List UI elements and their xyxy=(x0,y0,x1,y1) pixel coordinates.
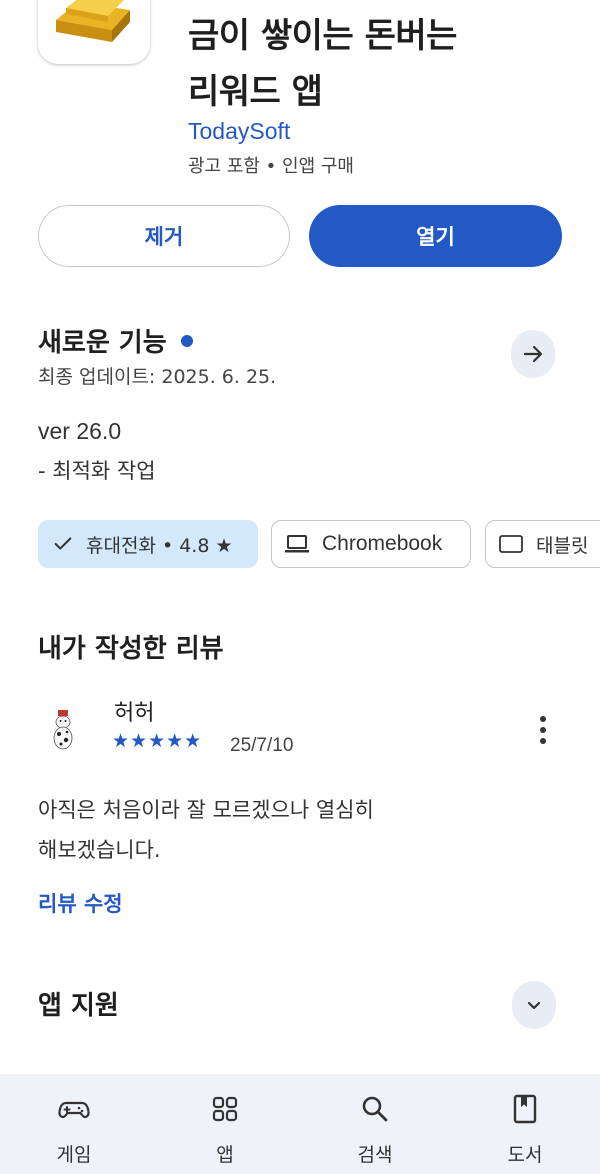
more-dot xyxy=(540,716,546,722)
last-updated: 최종 업데이트: 2025. 6. 25. xyxy=(38,366,277,388)
app-title-line1: 금이 쌓이는 돈버는 xyxy=(188,16,457,56)
reviewer-name: 허허 xyxy=(114,701,155,726)
more-dot xyxy=(540,738,546,744)
nav-item-books[interactable]: 도서 xyxy=(465,1074,585,1174)
my-review-heading: 내가 작성한 리뷰 xyxy=(38,634,224,664)
arrow-right-icon xyxy=(523,345,543,363)
nav-item-apps[interactable]: 앱 xyxy=(165,1074,285,1174)
device-chip-phone-label: 휴대전화 • 4.8 ★ xyxy=(86,534,233,557)
app-title-line2: 리워드 앱 xyxy=(188,72,323,112)
apps-grid-icon xyxy=(212,1096,238,1122)
app-support-expand-button[interactable] xyxy=(512,981,556,1029)
review-date: 25/7/10 xyxy=(230,735,294,756)
gold-bars-icon xyxy=(56,0,130,42)
developer-link[interactable]: TodaySoft xyxy=(188,118,290,145)
device-chip-chromebook[interactable]: Chromebook xyxy=(271,520,471,568)
book-icon xyxy=(513,1094,537,1124)
review-star-rating: ★★★★★ xyxy=(112,730,203,752)
avatar xyxy=(48,708,78,752)
tablet-icon xyxy=(499,535,523,553)
app-support-title: 앱 지원 xyxy=(38,991,119,1021)
gamepad-icon xyxy=(58,1101,90,1119)
new-indicator-dot xyxy=(180,334,193,347)
app-meta: 광고 포함 • 인앱 구매 xyxy=(188,156,354,177)
whats-new-title: 새로운 기능 xyxy=(38,328,167,358)
device-chip-chromebook-label: Chromebook xyxy=(322,532,443,555)
review-body: 아직은 처음이라 잘 모르겠으나 열심히 해보겠습니다. xyxy=(38,790,458,870)
bottom-navigation: 게임 앱 검색 도서 xyxy=(0,1074,600,1174)
app-icon xyxy=(38,0,150,64)
uninstall-button[interactable]: 제거 xyxy=(38,205,290,267)
nav-label-books: 도서 xyxy=(507,1144,543,1166)
review-body-line2: 해보겠습니다. xyxy=(38,838,161,862)
device-chip-tablet[interactable]: 태블릿 xyxy=(485,520,600,568)
review-body-line1: 아직은 처음이라 잘 모르겠으나 열심히 xyxy=(38,798,374,822)
more-dot xyxy=(540,727,546,733)
open-button[interactable]: 열기 xyxy=(309,205,562,267)
nav-item-search[interactable]: 검색 xyxy=(315,1074,435,1174)
nav-label-search: 검색 xyxy=(357,1144,393,1166)
chevron-down-icon xyxy=(527,1001,541,1010)
device-chip-phone[interactable]: 휴대전화 • 4.8 ★ xyxy=(38,520,258,568)
device-chip-tablet-label: 태블릿 xyxy=(536,534,589,557)
more-options-icon[interactable] xyxy=(532,712,554,748)
laptop-icon xyxy=(285,535,309,553)
dalmatian-avatar-icon xyxy=(53,710,73,750)
check-icon xyxy=(54,537,72,550)
app-title: 금이 쌓이는 돈버는 리워드 앱 xyxy=(188,8,568,120)
nav-label-apps: 앱 xyxy=(216,1144,234,1166)
edit-review-link[interactable]: 리뷰 수정 xyxy=(38,888,123,918)
release-version: ver 26.0 xyxy=(38,418,122,444)
whats-new-section-title: 새로운 기능 xyxy=(38,322,193,359)
nav-item-games[interactable]: 게임 xyxy=(14,1074,134,1174)
release-notes: - 최적화 작업 xyxy=(38,459,156,483)
whats-new-arrow-button[interactable] xyxy=(511,330,555,378)
nav-label-games: 게임 xyxy=(56,1144,92,1166)
search-icon xyxy=(362,1096,388,1122)
